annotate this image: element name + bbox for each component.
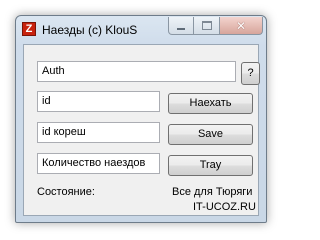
save-button[interactable]: Save: [168, 124, 253, 145]
app-icon-letter: Z: [25, 23, 33, 35]
status-label: Состояние:: [37, 186, 95, 198]
help-button[interactable]: ?: [241, 62, 260, 85]
auth-input[interactable]: Auth: [37, 61, 236, 82]
minimize-button[interactable]: [168, 17, 194, 35]
window-title: Наезды (c) KlouS: [42, 23, 138, 37]
close-icon: ✕: [235, 18, 247, 33]
app-window: Z Наезды (c) KlouS ✕ Auth ? id Наехать i…: [15, 15, 267, 223]
maximize-icon: [201, 21, 212, 30]
form-area: Auth ? id Наехать id кореш Save Количест…: [23, 44, 260, 216]
friend-id-input[interactable]: id кореш: [37, 122, 160, 143]
app-icon[interactable]: Z: [22, 22, 36, 36]
minimize-icon: [177, 27, 185, 30]
footer-credit: Все для Тюряги: [172, 186, 253, 198]
id-input[interactable]: id: [37, 91, 160, 112]
footer-site: IT-UCOZ.RU: [193, 201, 256, 213]
naekhat-button[interactable]: Наехать: [168, 93, 253, 114]
tray-button[interactable]: Tray: [168, 155, 253, 176]
title-bar[interactable]: Z Наезды (c) KlouS ✕: [16, 16, 266, 43]
maximize-button[interactable]: [194, 17, 220, 35]
count-input[interactable]: Количество наездов: [37, 153, 160, 174]
close-button[interactable]: ✕: [220, 17, 263, 35]
